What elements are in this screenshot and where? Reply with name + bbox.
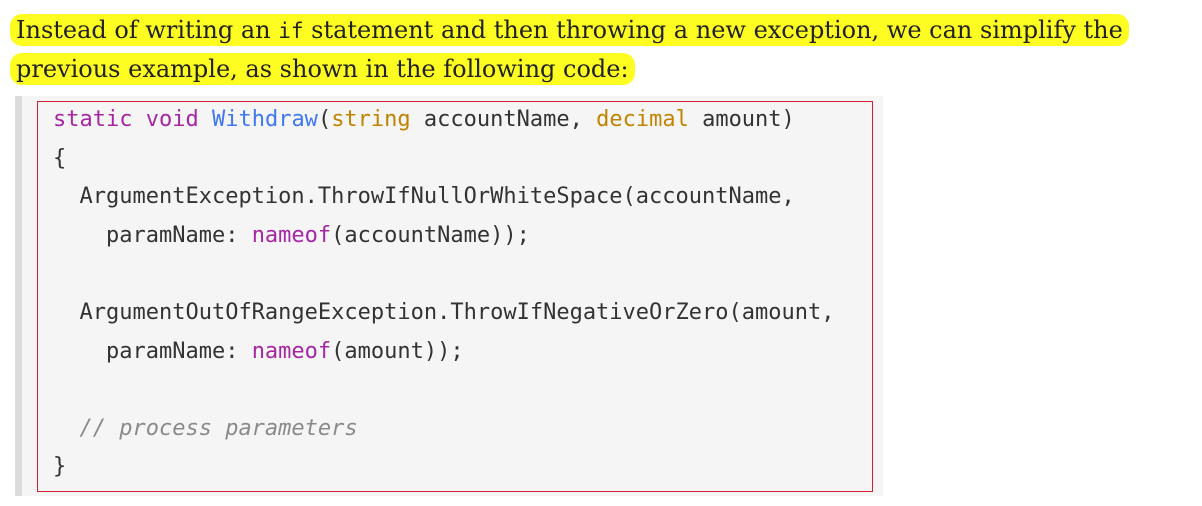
nameof-arg: (accountName)); (331, 222, 530, 248)
param-account-name: accountName, (410, 107, 597, 132)
paragraph-text: Instead of writing an (16, 16, 279, 44)
close-brace: } (53, 454, 67, 480)
param-name-label: paramName: (105, 222, 252, 248)
nameof-keyword: nameof (251, 222, 332, 248)
argument-exception-call: ArgumentException.ThrowIfNullOrWhiteSpac… (79, 184, 795, 210)
keyword-void: void (145, 107, 199, 132)
intro-paragraph: Instead of writing an if statement and t… (10, 11, 1190, 88)
open-brace: { (53, 145, 67, 171)
type-decimal: decimal (596, 107, 689, 132)
code-comment: // process parameters (79, 415, 358, 441)
nameof-arg-2: (amount)); (331, 338, 464, 364)
type-string: string (331, 107, 411, 132)
keyword-static: static (53, 107, 133, 132)
param-amount: amount) (688, 107, 795, 132)
open-paren: ( (317, 107, 332, 132)
argument-out-of-range-call: ArgumentOutOfRangeException.ThrowIfNegat… (79, 299, 835, 325)
nameof-keyword-2: nameof (251, 338, 332, 364)
inline-code-if: if (278, 19, 304, 43)
param-name-label-2: paramName: (105, 338, 252, 364)
code-listing: static void Withdraw(string accountName,… (53, 101, 834, 487)
method-name: Withdraw (211, 107, 318, 132)
highlighted-text: Instead of writing an if statement and t… (10, 14, 1129, 85)
